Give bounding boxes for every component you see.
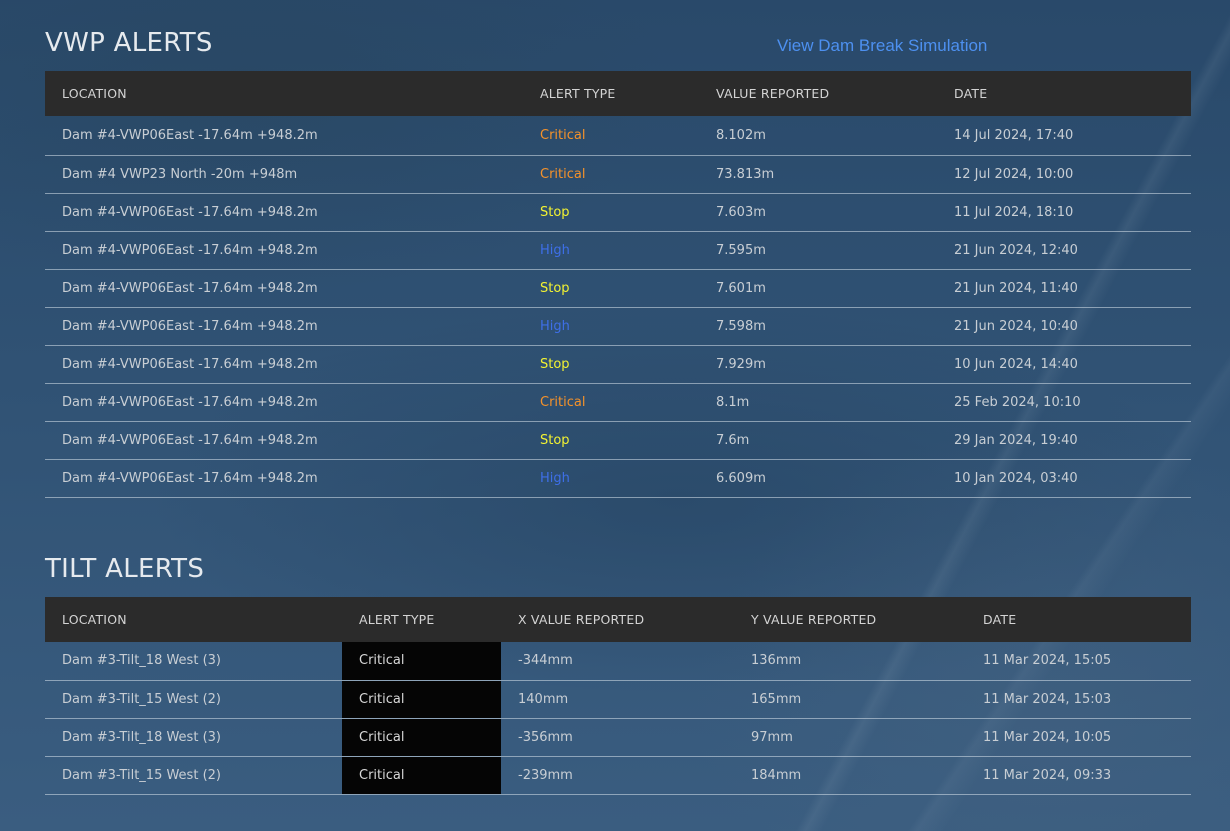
alert-type-cell: Critical [523,116,699,156]
y-value-cell: 184mm [734,756,966,795]
location-cell: Dam #3-Tilt_18 West (3) [45,718,342,757]
table-row[interactable]: Dam #4 VWP23 North -20m +948m Critical 73.… [45,155,1191,194]
table-row[interactable]: Dam #3-Tilt_18 West (3) Critical -356mm 97m… [45,718,1191,757]
date-cell: 10 Jun 2024, 14:40 [937,345,1191,384]
alert-type-cell: Critical [342,680,501,719]
alert-type-cell: Critical [523,155,699,194]
table-row[interactable]: Dam #4-VWP06East -17.64m +948.2m Critical… [45,383,1191,422]
date-cell: 25 Feb 2024, 10:10 [937,383,1191,422]
tilt-alerts-table: LOCATION ALERT TYPE X VALUE REPORTED Y V… [45,597,1191,795]
date-cell: 11 Jul 2024, 18:10 [937,193,1191,232]
date-cell: 11 Mar 2024, 15:03 [966,680,1191,719]
table-row[interactable]: Dam #4-VWP06East -17.64m +948.2m High 7.59… [45,231,1191,270]
column-header-value-reported[interactable]: VALUE REPORTED [699,71,937,116]
tilt-header-row: LOCATION ALERT TYPE X VALUE REPORTED Y V… [45,597,1191,642]
table-row[interactable]: Dam #3-Tilt_18 West (3) Critical -344mm 136… [45,642,1191,681]
tilt-alerts-title: TILT ALERTS [45,554,205,584]
column-header-alert-type[interactable]: ALERT TYPE [342,597,501,642]
x-value-cell: -356mm [501,718,734,757]
date-cell: 11 Mar 2024, 15:05 [966,642,1191,681]
alert-type-cell: High [523,231,699,270]
date-cell: 21 Jun 2024, 11:40 [937,269,1191,308]
location-cell: Dam #4-VWP06East -17.64m +948.2m [45,345,523,384]
column-header-location[interactable]: LOCATION [45,597,342,642]
alert-type-cell: Critical [342,756,501,795]
vwp-alerts-table: LOCATION ALERT TYPE VALUE REPORTED DATE … [45,71,1191,498]
alert-type-cell: Critical [342,718,501,757]
table-row[interactable]: Dam #3-Tilt_15 West (2) Critical 140mm 165m… [45,680,1191,719]
value-reported-cell: 7.595m [699,231,937,270]
value-reported-cell: 8.1m [699,383,937,422]
alert-type-cell: Stop [523,193,699,232]
column-header-y-value-reported[interactable]: Y VALUE REPORTED [734,597,966,642]
location-cell: Dam #4-VWP06East -17.64m +948.2m [45,116,523,156]
alert-type-cell: Critical [523,383,699,422]
location-cell: Dam #4 VWP23 North -20m +948m [45,155,523,194]
date-cell: 21 Jun 2024, 12:40 [937,231,1191,270]
location-cell: Dam #4-VWP06East -17.64m +948.2m [45,231,523,270]
y-value-cell: 136mm [734,642,966,681]
table-row[interactable]: Dam #4-VWP06East -17.64m +948.2m High 6.60… [45,459,1191,498]
y-value-cell: 165mm [734,680,966,719]
table-row[interactable]: Dam #4-VWP06East -17.64m +948.2m Critical… [45,116,1191,156]
value-reported-cell: 7.601m [699,269,937,308]
table-row[interactable]: Dam #4-VWP06East -17.64m +948.2m Stop 7.6m… [45,421,1191,460]
column-header-date[interactable]: DATE [937,71,1191,116]
location-cell: Dam #3-Tilt_15 West (2) [45,680,342,719]
location-cell: Dam #3-Tilt_18 West (3) [45,642,342,681]
date-cell: 21 Jun 2024, 10:40 [937,307,1191,346]
date-cell: 12 Jul 2024, 10:00 [937,155,1191,194]
date-cell: 11 Mar 2024, 09:33 [966,756,1191,795]
location-cell: Dam #4-VWP06East -17.64m +948.2m [45,421,523,460]
date-cell: 29 Jan 2024, 19:40 [937,421,1191,460]
date-cell: 11 Mar 2024, 10:05 [966,718,1191,757]
vwp-header-row: LOCATION ALERT TYPE VALUE REPORTED DATE [45,71,1191,116]
value-reported-cell: 73.813m [699,155,937,194]
value-reported-cell: 7.598m [699,307,937,346]
location-cell: Dam #4-VWP06East -17.64m +948.2m [45,459,523,498]
value-reported-cell: 8.102m [699,116,937,156]
location-cell: Dam #4-VWP06East -17.64m +948.2m [45,307,523,346]
alert-type-cell: Critical [342,642,501,681]
value-reported-cell: 7.929m [699,345,937,384]
table-row[interactable]: Dam #4-VWP06East -17.64m +948.2m High 7.59… [45,307,1191,346]
column-header-alert-type[interactable]: ALERT TYPE [523,71,699,116]
table-row[interactable]: Dam #3-Tilt_15 West (2) Critical -239mm 184… [45,756,1191,795]
view-dam-break-simulation-link[interactable]: View Dam Break Simulation [777,36,987,56]
alert-type-cell: High [523,459,699,498]
y-value-cell: 97mm [734,718,966,757]
x-value-cell: 140mm [501,680,734,719]
x-value-cell: -239mm [501,756,734,795]
date-cell: 10 Jan 2024, 03:40 [937,459,1191,498]
location-cell: Dam #4-VWP06East -17.64m +948.2m [45,383,523,422]
alert-type-cell: Stop [523,269,699,308]
value-reported-cell: 7.603m [699,193,937,232]
location-cell: Dam #3-Tilt_15 West (2) [45,756,342,795]
vwp-alerts-title: VWP ALERTS [45,28,213,58]
value-reported-cell: 7.6m [699,421,937,460]
alert-type-cell: High [523,307,699,346]
table-row[interactable]: Dam #4-VWP06East -17.64m +948.2m Stop 7.60… [45,269,1191,308]
location-cell: Dam #4-VWP06East -17.64m +948.2m [45,193,523,232]
date-cell: 14 Jul 2024, 17:40 [937,116,1191,156]
alert-type-cell: Stop [523,421,699,460]
x-value-cell: -344mm [501,642,734,681]
table-row[interactable]: Dam #4-VWP06East -17.64m +948.2m Stop 7.92… [45,345,1191,384]
column-header-x-value-reported[interactable]: X VALUE REPORTED [501,597,734,642]
value-reported-cell: 6.609m [699,459,937,498]
column-header-location[interactable]: LOCATION [45,71,523,116]
location-cell: Dam #4-VWP06East -17.64m +948.2m [45,269,523,308]
column-header-date[interactable]: DATE [966,597,1191,642]
alert-type-cell: Stop [523,345,699,384]
table-row[interactable]: Dam #4-VWP06East -17.64m +948.2m Stop 7.60… [45,193,1191,232]
